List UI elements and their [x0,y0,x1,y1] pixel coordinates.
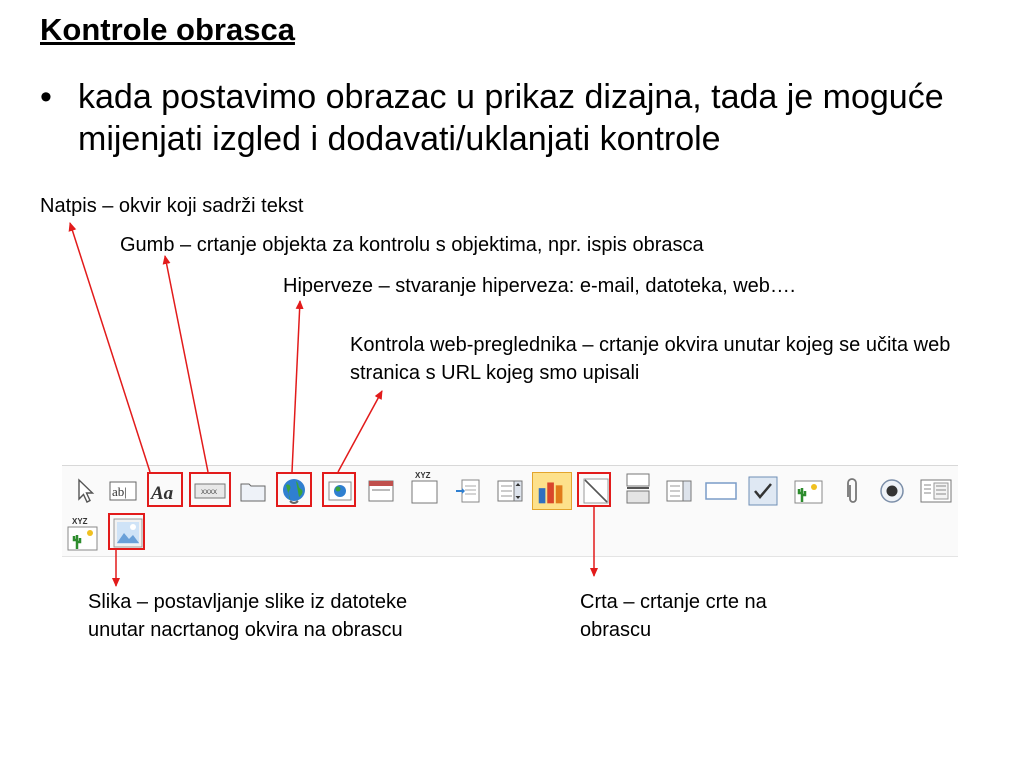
text-box-icon[interactable]: ab| [109,477,137,505]
tab-control-icon[interactable] [239,477,267,505]
natpis-highlight [147,472,183,507]
hiperveze-annotation: Hiperveze – stvaranje hiperveza: e-mail,… [283,275,796,297]
slide-title: Kontrole obrasca [40,12,295,47]
rectangle-icon[interactable] [704,477,738,505]
svg-text:XYZ: XYZ [72,517,88,526]
hiperveze-arrow [291,300,304,473]
navigation-control-icon[interactable] [367,477,395,505]
attachment-paperclip-icon[interactable] [838,477,866,505]
hiperveze-highlight [276,472,312,507]
natpis-annotation: Natpis – okvir koji sadrži tekst [40,195,304,217]
gumb-arrow [162,255,209,473]
bullet-icon: • [40,78,52,116]
toggle-button-icon[interactable] [624,472,652,506]
insert-page-break-icon[interactable] [454,477,482,505]
form-controls-toolbar: ab| Aa XXXX XYZ XYZ [62,465,958,557]
gumb-highlight [189,472,231,507]
option-button-icon[interactable] [878,477,906,505]
check-box-icon[interactable] [748,476,778,506]
chart-icon[interactable] [532,472,572,510]
list-box-icon[interactable] [665,477,693,505]
subform-icon[interactable] [920,477,952,505]
slika-annotation: Slika – postavljanje slike iz datoteke u… [88,591,408,641]
unbound-object-frame-icon[interactable] [794,476,824,506]
svg-text:ab|: ab| [112,484,127,499]
web-browser-annotation: Kontrola web-preglednika – crtanje okvir… [350,334,951,384]
option-group-icon[interactable]: XYZ [410,471,440,505]
bound-object-frame-icon[interactable]: XYZ [66,516,100,552]
select-pointer-icon[interactable] [72,477,100,505]
bullet-text: kada postavimo obrazac u prikaz dizajna,… [78,78,944,158]
svg-text:XYZ: XYZ [415,471,431,480]
combo-box-icon[interactable] [496,477,524,505]
slika-highlight [108,513,145,550]
crta-highlight [577,472,611,507]
web-browser-highlight [322,472,356,507]
gumb-annotation: Gumb – crtanje objekta za kontrolu s obj… [120,234,704,256]
web-browser-arrow [337,390,383,473]
crta-annotation: Crta – crtanje crte na obrascu [580,591,767,641]
natpis-arrow [68,222,151,473]
